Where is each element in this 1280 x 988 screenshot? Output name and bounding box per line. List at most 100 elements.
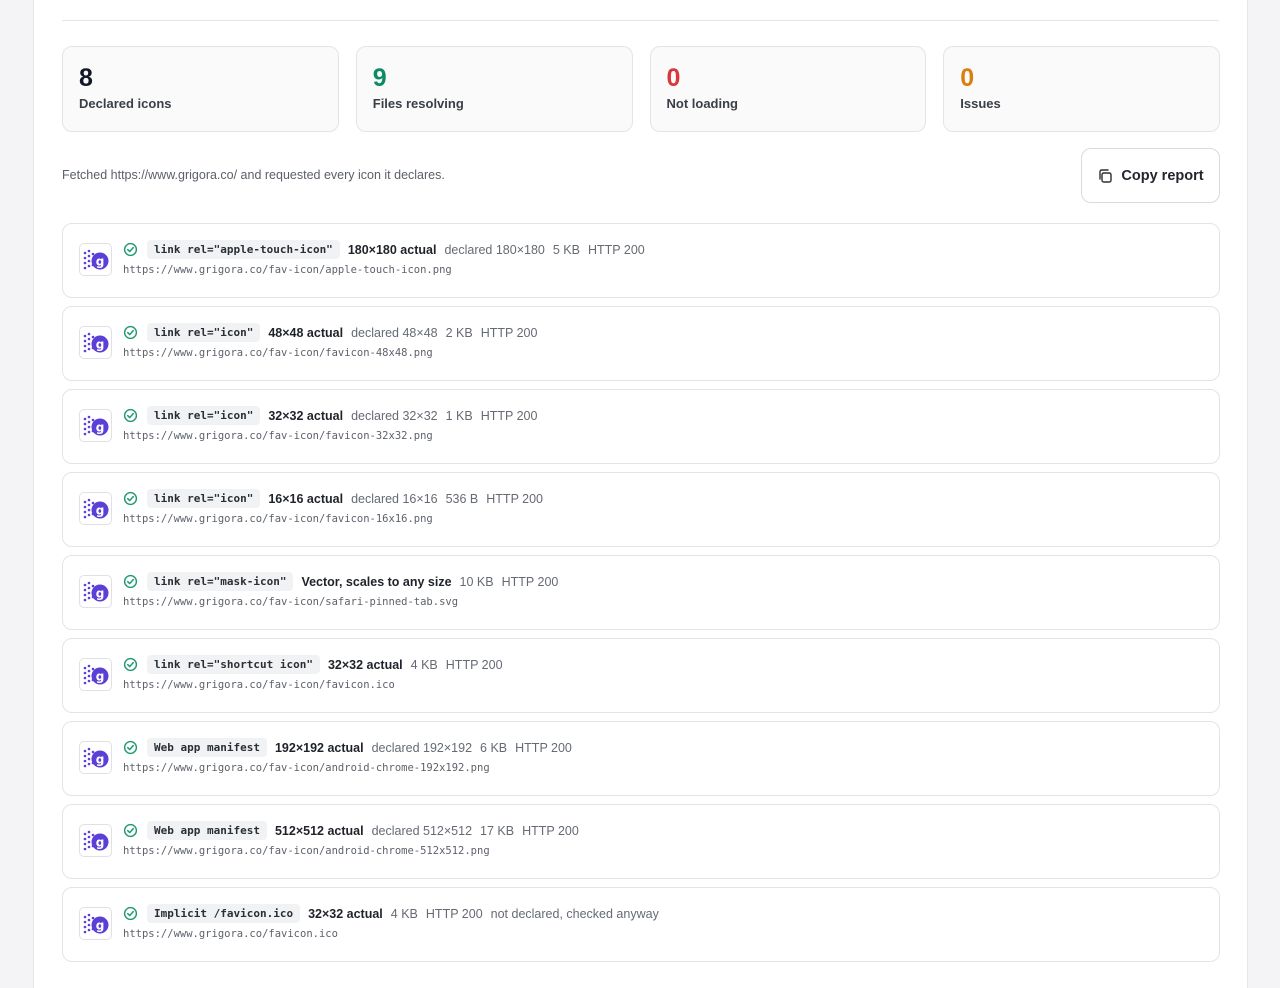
divider bbox=[62, 20, 1219, 21]
icon-url: https://www.grigora.co/favicon.ico bbox=[123, 928, 338, 940]
declaration-tag: link rel="shortcut icon" bbox=[147, 655, 320, 674]
svg-text:g: g bbox=[95, 503, 104, 517]
check-circle-icon bbox=[123, 740, 138, 755]
icon-row-summary: Web app manifest 512×512 actual declared… bbox=[123, 821, 579, 840]
icon-row-summary: link rel="apple-touch-icon" 180×180 actu… bbox=[123, 240, 645, 259]
icon-meta: HTTP 200 bbox=[587, 242, 645, 257]
icon-meta: 10 KB bbox=[459, 574, 494, 589]
favicon-preview: g bbox=[79, 409, 112, 442]
icon-row-summary: Implicit /favicon.ico 32×32 actual 4 KB H… bbox=[123, 904, 659, 923]
icon-row-summary: link rel="icon" 32×32 actual declared 32… bbox=[123, 406, 537, 425]
icon-row: g Web app manifest 192×192 actual declar… bbox=[62, 721, 1220, 796]
icon-url: https://www.grigora.co/fav-icon/android-… bbox=[123, 845, 490, 857]
check-circle-icon bbox=[123, 823, 138, 838]
stat-value: 0 bbox=[666, 64, 681, 92]
svg-text:g: g bbox=[95, 337, 104, 351]
icon-row: g Implicit /favicon.ico 32×32 actual 4 K… bbox=[62, 887, 1220, 962]
icon-row: g link rel="apple-touch-icon" 180×180 ac… bbox=[62, 223, 1220, 298]
icon-meta: declared 512×512 bbox=[371, 823, 473, 838]
icon-row-summary: link rel="shortcut icon" 32×32 actual 4 … bbox=[123, 655, 503, 674]
favicon-preview: g bbox=[79, 907, 112, 940]
report-panel: 8 Declared icons 9 Files resolving 0 Not… bbox=[33, 0, 1248, 988]
icon-row-summary: Web app manifest 192×192 actual declared… bbox=[123, 738, 572, 757]
fetch-info-text: Fetched https://www.grigora.co/ and requ… bbox=[62, 168, 445, 182]
icon-row-summary: link rel="icon" 48×48 actual declared 48… bbox=[123, 323, 537, 342]
svg-text:g: g bbox=[95, 420, 104, 434]
icon-row: g link rel="shortcut icon" 32×32 actual … bbox=[62, 638, 1220, 713]
svg-text:g: g bbox=[95, 669, 104, 683]
icon-list: g link rel="apple-touch-icon" 180×180 ac… bbox=[62, 223, 1220, 970]
actual-size: 180×180 actual bbox=[347, 242, 437, 257]
icon-row: g link rel="icon" 16×16 actual declared … bbox=[62, 472, 1220, 547]
svg-text:g: g bbox=[95, 586, 104, 600]
actual-size: 16×16 actual bbox=[268, 491, 344, 506]
icon-meta: declared 192×192 bbox=[371, 740, 473, 755]
check-circle-icon bbox=[123, 574, 138, 589]
declaration-tag: link rel="icon" bbox=[147, 489, 261, 508]
icon-meta: not declared, checked anyway bbox=[490, 906, 659, 921]
icon-meta: HTTP 200 bbox=[522, 823, 579, 838]
icon-row-summary: link rel="mask-icon" Vector, scales to a… bbox=[123, 572, 558, 591]
stat-card-declared: 8 Declared icons bbox=[62, 46, 339, 132]
icon-meta: HTTP 200 bbox=[425, 906, 483, 921]
favicon-preview: g bbox=[79, 658, 112, 691]
declaration-tag: Web app manifest bbox=[147, 821, 267, 840]
stat-value: 9 bbox=[372, 64, 387, 92]
stat-value: 8 bbox=[79, 64, 93, 92]
svg-text:g: g bbox=[95, 835, 104, 849]
stat-card-not-loading: 0 Not loading bbox=[649, 46, 927, 132]
stat-label: Not loading bbox=[666, 96, 739, 111]
icon-meta: HTTP 200 bbox=[445, 657, 503, 672]
icon-row-summary: link rel="icon" 16×16 actual declared 16… bbox=[123, 489, 543, 508]
svg-text:g: g bbox=[95, 254, 104, 268]
declaration-tag: Web app manifest bbox=[147, 738, 267, 757]
check-circle-icon bbox=[123, 325, 138, 340]
favicon-preview: g bbox=[79, 492, 112, 525]
icon-meta: 5 KB bbox=[552, 242, 580, 257]
favicon-preview: g bbox=[79, 741, 112, 774]
favicon-preview: g bbox=[79, 243, 112, 276]
declaration-tag: link rel="mask-icon" bbox=[147, 572, 294, 591]
stat-card-resolving: 9 Files resolving bbox=[355, 46, 633, 132]
icon-url: https://www.grigora.co/fav-icon/favicon-… bbox=[123, 430, 433, 442]
copy-report-button[interactable]: Copy report bbox=[1081, 148, 1220, 203]
copy-icon bbox=[1097, 168, 1113, 184]
icon-url: https://www.grigora.co/fav-icon/favicon-… bbox=[123, 347, 433, 359]
icon-meta: 17 KB bbox=[480, 823, 515, 838]
actual-size: 192×192 actual bbox=[274, 740, 364, 755]
icon-meta: 4 KB bbox=[410, 657, 438, 672]
declaration-tag: link rel="apple-touch-icon" bbox=[147, 240, 340, 259]
icon-meta: 536 B bbox=[445, 491, 479, 506]
icon-meta: declared 16×16 bbox=[351, 491, 438, 506]
icon-meta: 4 KB bbox=[390, 906, 418, 921]
icon-row: g link rel="mask-icon" Vector, scales to… bbox=[62, 555, 1220, 630]
icon-url: https://www.grigora.co/fav-icon/safari-p… bbox=[123, 596, 459, 608]
stat-value: 0 bbox=[960, 64, 974, 92]
actual-size: 48×48 actual bbox=[268, 325, 344, 340]
declaration-tag: Implicit /favicon.ico bbox=[147, 904, 301, 923]
check-circle-icon bbox=[123, 906, 138, 921]
stats-summary: 8 Declared icons 9 Files resolving 0 Not… bbox=[62, 46, 1220, 132]
icon-meta: 1 KB bbox=[445, 408, 473, 423]
icon-meta: HTTP 200 bbox=[480, 325, 538, 340]
actual-size: 32×32 actual bbox=[308, 906, 383, 921]
icon-meta: declared 48×48 bbox=[351, 325, 438, 340]
stat-card-issues: 0 Issues bbox=[943, 46, 1220, 132]
icon-url: https://www.grigora.co/fav-icon/android-… bbox=[123, 762, 490, 774]
icon-meta: declared 180×180 bbox=[444, 242, 545, 257]
declaration-tag: link rel="icon" bbox=[147, 406, 261, 425]
icon-meta: HTTP 200 bbox=[486, 491, 544, 506]
copy-report-label: Copy report bbox=[1121, 167, 1204, 184]
icon-meta: 2 KB bbox=[445, 325, 473, 340]
icon-row: g link rel="icon" 48×48 actual declared … bbox=[62, 306, 1220, 381]
favicon-preview: g bbox=[79, 575, 112, 608]
icon-url: https://www.grigora.co/fav-icon/favicon.… bbox=[123, 679, 395, 691]
icon-row: g Web app manifest 512×512 actual declar… bbox=[62, 804, 1220, 879]
stat-label: Issues bbox=[960, 96, 1001, 111]
check-circle-icon bbox=[123, 242, 138, 257]
svg-text:g: g bbox=[95, 918, 104, 932]
stat-label: Files resolving bbox=[372, 96, 464, 111]
icon-meta: HTTP 200 bbox=[480, 408, 538, 423]
icon-meta: 6 KB bbox=[480, 740, 508, 755]
icon-url: https://www.grigora.co/fav-icon/apple-to… bbox=[123, 264, 452, 276]
